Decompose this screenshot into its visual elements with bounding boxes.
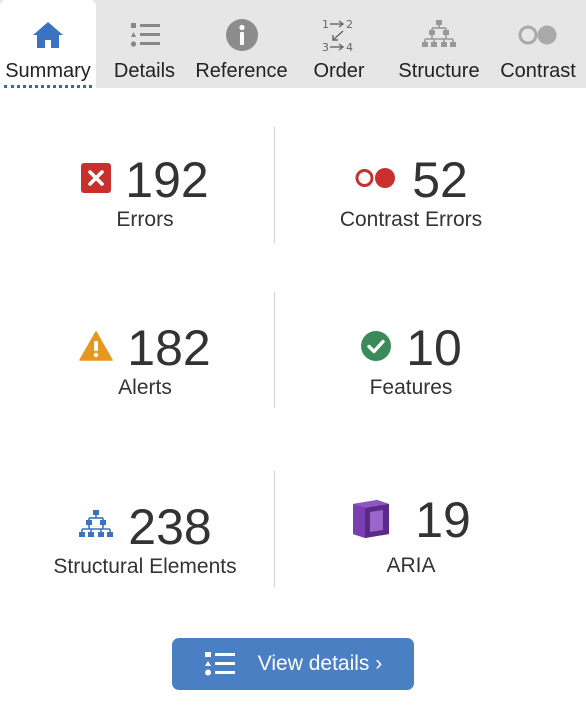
tab-structure[interactable]: Structure [388,0,490,88]
alerts-count: 182 [127,320,211,376]
tab-order[interactable]: 1 2 3 4 Order [290,0,388,88]
contrast-errors-summary: 52 Contrast Errors [276,150,546,232]
view-details-button[interactable]: View details › [172,638,414,690]
tab-structure-label: Structure [398,60,480,82]
svg-text:3: 3 [322,41,329,53]
errors-label: Errors [116,208,174,231]
alert-icon [79,330,114,366]
structural-elements-count: 238 [128,499,212,555]
tab-details-label: Details [113,60,176,82]
contrast-error-icon [354,166,398,195]
contrast-errors-count: 52 [412,152,468,208]
info-icon [225,12,259,58]
list-icon [204,651,236,677]
structure-icon [78,509,114,546]
structural-elements-label: Structural Elements [53,555,237,578]
features-count: 10 [406,320,462,376]
tab-summary[interactable]: Summary [0,0,96,88]
features-label: Features [369,376,453,399]
error-icon [81,162,112,198]
view-details-label: View details › [257,652,383,675]
errors-count: 192 [125,152,209,208]
svg-text:1: 1 [322,18,329,31]
tab-order-label: Order [313,60,365,82]
aria-label: ARIA [386,554,436,577]
list-icon [129,12,161,58]
structural-elements-summary: 238 Structural Elements [10,497,280,579]
tab-contrast[interactable]: Contrast [490,0,586,88]
home-icon [31,12,65,58]
alerts-summary: 182 Alerts [10,318,280,400]
tab-reference-label: Reference [195,60,288,82]
aria-summary: 19 ARIA [276,490,546,578]
alerts-label: Alerts [118,376,172,399]
order-icon: 1 2 3 4 [321,12,357,58]
aria-icon [351,498,391,543]
aria-count: 19 [415,492,471,548]
tab-reference[interactable]: Reference [193,0,290,88]
structure-icon [421,12,457,58]
svg-text:2: 2 [346,18,353,31]
tab-summary-label: Summary [5,60,91,82]
contrast-errors-label: Contrast Errors [339,208,483,231]
tab-bar: Summary Details Reference 1 2 3 4 Order … [0,0,586,88]
features-summary: 10 Features [276,318,546,400]
feature-icon [360,330,392,367]
tab-details[interactable]: Details [96,0,193,88]
errors-summary: 192 Errors [10,150,280,232]
contrast-icon [516,12,560,58]
svg-text:4: 4 [346,41,353,53]
tab-contrast-label: Contrast [500,60,576,82]
